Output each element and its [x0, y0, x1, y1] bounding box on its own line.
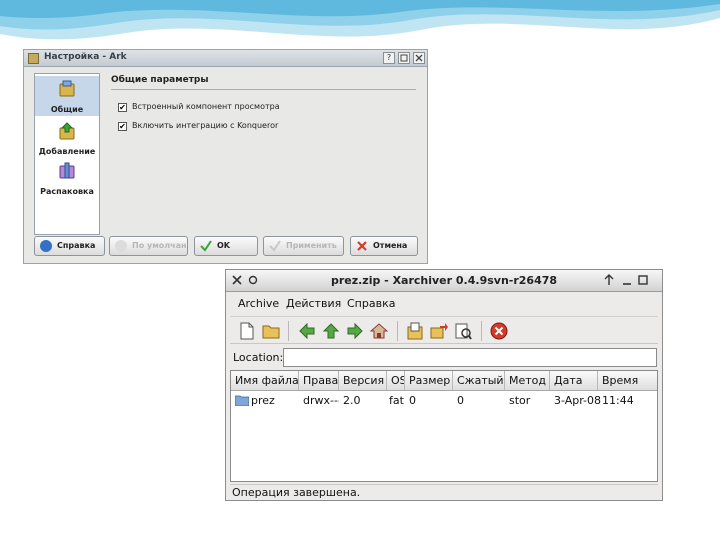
column-header-version[interactable]: Версия	[339, 371, 387, 391]
xarchiver-window: prez.zip - Xarchiver 0.4.9svn-r26478 Arc…	[225, 269, 663, 501]
cancel-icon	[357, 241, 367, 251]
table-row[interactable]: prez drwx--- 2.0 fat 0 0 stor 3-Apr-08 1…	[231, 392, 657, 410]
context-help-button[interactable]: ?	[383, 52, 395, 64]
close-button[interactable]	[413, 52, 425, 64]
menu-archive[interactable]: Archive	[238, 297, 279, 310]
forward-arrow-icon[interactable]	[346, 322, 364, 340]
add-files-icon[interactable]	[406, 322, 424, 340]
column-header-os[interactable]: OS	[387, 371, 405, 391]
open-archive-icon[interactable]	[262, 322, 280, 340]
xarchiver-titlebar[interactable]: prez.zip - Xarchiver 0.4.9svn-r26478	[226, 270, 662, 292]
status-bar: Операция завершена.	[230, 484, 658, 499]
toolbar	[230, 316, 658, 344]
column-header-size[interactable]: Размер	[405, 371, 453, 391]
sidebar-item-extract[interactable]: Распаковка	[35, 158, 99, 198]
extract-files-icon[interactable]	[430, 322, 448, 340]
toolbar-separator	[397, 321, 398, 341]
button-label: Отмена	[373, 241, 408, 250]
location-input[interactable]	[283, 348, 657, 367]
defaults-icon	[115, 240, 127, 252]
cell-permissions: drwx---	[303, 394, 339, 407]
cell-time: 11:44	[602, 394, 634, 407]
cell-compressed: 0	[457, 394, 464, 407]
settings-page-list: Общие Добавление Распаковка	[34, 73, 100, 235]
button-label: Справка	[57, 241, 96, 250]
ark-settings-dialog: Настройка - Ark ? Общие Добавление Распа…	[23, 49, 428, 264]
ark-app-icon	[28, 53, 39, 64]
ark-titlebar[interactable]: Настройка - Ark ?	[24, 50, 427, 67]
section-title: Общие параметры	[111, 75, 209, 85]
column-header-date[interactable]: Дата	[550, 371, 598, 391]
button-label: По умолчанию	[132, 241, 187, 250]
new-archive-icon[interactable]	[238, 322, 256, 340]
file-list-header: Имя файла Права Версия OS Размер Сжатый …	[231, 371, 657, 391]
file-list: Имя файла Права Версия OS Размер Сжатый …	[230, 370, 658, 482]
apply-button[interactable]: Применить	[263, 236, 344, 256]
defaults-button[interactable]: По умолчанию	[109, 236, 188, 256]
up-arrow-icon[interactable]	[322, 322, 340, 340]
section-divider	[111, 89, 416, 90]
option-label: Включить интеграцию с Konqueror	[132, 121, 279, 130]
maximize-button[interactable]	[398, 52, 410, 64]
button-label: Применить	[286, 241, 337, 250]
cell-name: prez	[251, 394, 275, 407]
column-header-time[interactable]: Время	[598, 371, 657, 391]
column-header-permissions[interactable]: Права	[299, 371, 339, 391]
general-settings-page: Общие параметры ✔ Встроенный компонент п…	[108, 73, 418, 235]
toolbar-separator	[481, 321, 482, 341]
apply-checkmark-icon	[269, 240, 281, 252]
menu-bar: Archive Действия Справка	[226, 293, 662, 313]
xarchiver-window-title: prez.zip - Xarchiver 0.4.9svn-r26478	[330, 274, 558, 287]
view-file-icon[interactable]	[454, 322, 472, 340]
checkmark-icon	[200, 240, 212, 252]
add-archive-icon	[59, 122, 75, 140]
help-button[interactable]: Справка	[34, 236, 105, 256]
column-header-compressed[interactable]: Сжатый	[453, 371, 505, 391]
ok-button[interactable]: OK	[194, 236, 258, 256]
maximize-icon	[400, 54, 408, 62]
general-settings-icon	[59, 80, 75, 97]
back-arrow-icon[interactable]	[298, 322, 316, 340]
stop-icon[interactable]	[490, 322, 508, 340]
location-label: Location:	[233, 351, 284, 364]
menu-actions[interactable]: Действия	[286, 297, 341, 310]
menu-help[interactable]: Справка	[347, 297, 395, 310]
shade-up-icon[interactable]	[602, 273, 616, 287]
cell-size: 0	[409, 394, 416, 407]
close-icon	[415, 54, 423, 62]
column-header-method[interactable]: Метод	[505, 371, 550, 391]
cell-date: 3-Apr-08	[554, 394, 602, 407]
cell-method: stor	[509, 394, 531, 407]
sidebar-item-general[interactable]: Общие	[35, 76, 99, 116]
extract-archive-icon	[59, 162, 75, 179]
toolbar-separator	[288, 321, 289, 341]
maximize-icon[interactable]	[636, 273, 650, 287]
help-icon	[40, 240, 52, 252]
column-header-name[interactable]: Имя файла	[231, 371, 299, 391]
sidebar-item-label: Распаковка	[40, 187, 94, 196]
cancel-button[interactable]: Отмена	[350, 236, 418, 256]
ark-window-title: Настройка - Ark	[44, 52, 127, 62]
option-label: Встроенный компонент просмотра	[132, 102, 280, 111]
checkbox[interactable]: ✔	[118, 103, 127, 112]
sidebar-item-add[interactable]: Добавление	[35, 118, 99, 158]
home-icon[interactable]	[370, 322, 388, 340]
cell-version: 2.0	[343, 394, 361, 407]
checkbox[interactable]: ✔	[118, 122, 127, 131]
button-label: OK	[217, 241, 230, 250]
sidebar-item-label: Общие	[50, 105, 84, 114]
sidebar-item-label: Добавление	[38, 147, 96, 156]
minimize-icon[interactable]	[620, 273, 634, 287]
